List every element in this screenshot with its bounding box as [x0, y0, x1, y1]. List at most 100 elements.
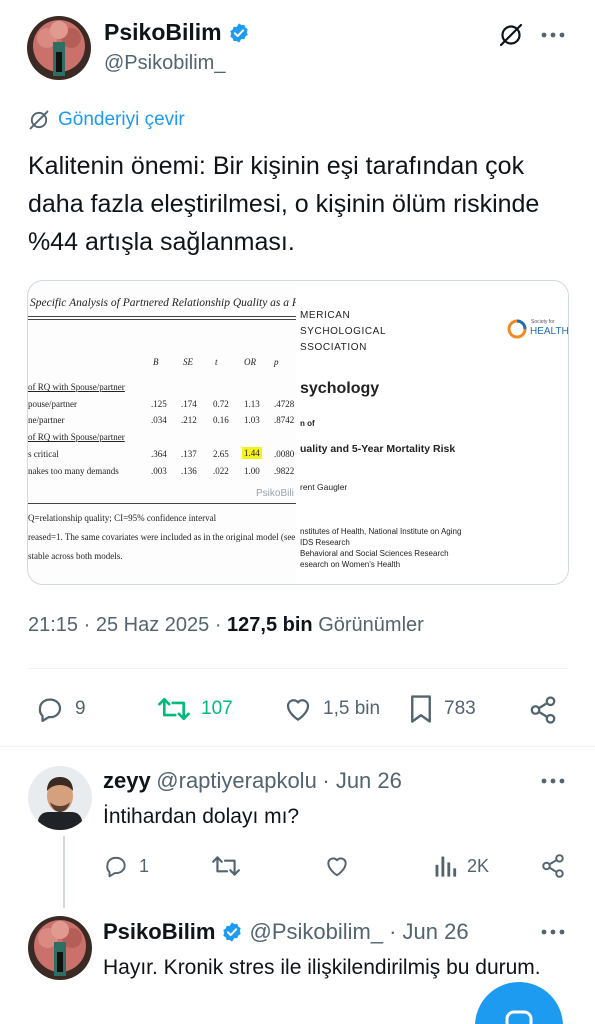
article-page: MERICAN SYCHOLOGICAL SSOCIATION Society …	[296, 281, 569, 584]
author-name[interactable]: PsikoBilim	[104, 19, 250, 46]
share-button[interactable]	[527, 694, 559, 726]
row-2-p: .8742	[274, 415, 295, 425]
share-icon	[530, 696, 556, 724]
thread-line	[63, 836, 65, 908]
tweet-bottom-divider	[0, 746, 595, 747]
row-3-p: .0080	[274, 449, 295, 459]
row-4-label: nakes too many demands	[28, 466, 119, 476]
media-table-title: Specific Analysis of Partnered Relations…	[30, 297, 336, 309]
funding-2: IDS Research	[300, 538, 350, 547]
footnote-1: Q=relationship quality; CI=95% confidenc…	[28, 513, 217, 523]
col-t: t	[215, 357, 218, 367]
funding-1: nstitutes of Health, National Institute …	[300, 527, 462, 536]
media-title-rule-2	[28, 319, 303, 320]
repost-icon	[212, 856, 240, 876]
verified-badge-icon	[229, 22, 248, 43]
views-count[interactable]: 127,5 bin	[227, 614, 313, 636]
society-small-text: Society for	[531, 319, 555, 325]
row-3-label: s critical	[28, 449, 59, 459]
reply1-reply-count: 1	[139, 855, 150, 876]
journal-name: sychology	[300, 380, 380, 397]
grok-icon[interactable]	[496, 20, 526, 50]
reply1-date[interactable]: · Jun 26	[322, 768, 402, 793]
row-2-label: ne/partner	[28, 415, 65, 425]
funding-4: esearch on Women's Health	[300, 560, 401, 569]
translate-icon	[29, 110, 49, 130]
row-4-t: .022	[213, 466, 229, 476]
meta-divider	[28, 668, 568, 669]
reply-icon	[106, 856, 126, 878]
bookmark-icon	[411, 695, 431, 723]
like-button[interactable]: 1,5 bin	[283, 694, 380, 724]
row-4-p: .9822	[274, 466, 295, 476]
apa-line-3: SSOCIATION	[300, 342, 367, 353]
tweet-date[interactable]: 25 Haz 2025	[96, 614, 209, 636]
apa-line-1: MERICAN	[300, 310, 351, 321]
reply2-date[interactable]: · Jun 26	[389, 919, 469, 945]
reply1-views-count: 2K	[467, 855, 490, 876]
apa-line-2: SYCHOLOGICAL	[300, 326, 387, 337]
reply1-name[interactable]: zeyy	[103, 768, 151, 793]
reply1-share-button[interactable]	[538, 853, 568, 879]
heart-icon	[286, 699, 310, 721]
author-avatar[interactable]	[27, 16, 91, 80]
tweet-text: Kalitenin önemi: Bir kişinin eşi tarafın…	[28, 152, 540, 256]
reply2-more-icon[interactable]	[538, 919, 568, 945]
reply2-handle[interactable]: @Psikobilim_	[249, 919, 383, 945]
article-author: rent Gaugler	[300, 482, 348, 492]
compose-reply-fab[interactable]	[475, 982, 563, 1024]
reply-icon	[38, 698, 62, 722]
row-1-se: .174	[181, 399, 197, 409]
heart-icon	[327, 857, 347, 877]
media-watermark: PsikoBili	[256, 488, 294, 499]
reply1-repost-button[interactable]	[210, 853, 242, 879]
col-b: B	[153, 357, 159, 367]
reply2-text: Hayır. Kronik stres ile ilişkilendirilmi…	[103, 956, 541, 979]
row-1-b: .125	[151, 399, 167, 409]
row-2-b: .034	[151, 415, 167, 425]
reply1-header: zeyy @raptiyerapkolu · Jun 26	[103, 768, 402, 794]
author-name-text: PsikoBilim	[104, 19, 222, 45]
reply2-header: PsikoBilim @Psikobilim_ · Jun 26	[103, 919, 469, 945]
reply2-name[interactable]: PsikoBilim	[103, 919, 215, 945]
reply1-handle[interactable]: @raptiyerapkolu	[156, 768, 317, 793]
share-icon	[542, 854, 564, 878]
tweet-meta: 21:15 · 25 Haz 2025 · 127,5 bin Görünüml…	[28, 614, 424, 637]
meta-separator-2: ·	[214, 614, 228, 636]
row-1-label: pouse/partner	[28, 399, 77, 409]
views-label: Görünümler	[318, 614, 424, 636]
reply1-text: İntihardan dolayı mı?	[103, 805, 300, 828]
reply1-like-button[interactable]	[322, 853, 352, 879]
row-3-se: .137	[181, 449, 197, 459]
reply1-views-button[interactable]: 2K	[433, 853, 489, 879]
section-1-label: of RQ with Spouse/partner	[28, 382, 125, 392]
repost-button[interactable]: 107	[157, 694, 233, 724]
bookmark-button[interactable]: 783	[408, 694, 476, 724]
repost-count: 107	[201, 698, 233, 719]
col-se: SE	[183, 357, 193, 367]
row-4-se: .136	[181, 466, 197, 476]
reply2-avatar[interactable]	[28, 916, 92, 980]
tweet-media-image[interactable]: Specific Analysis of Partnered Relations…	[27, 280, 569, 585]
footnote-2: reased=1. The same covariates were inclu…	[28, 532, 309, 542]
section-2-label: of RQ with Spouse/partner	[28, 432, 125, 442]
row-3-b: .364	[151, 449, 167, 459]
reply-button[interactable]: 9	[35, 694, 86, 724]
table-bottom-rule	[28, 503, 303, 504]
reply1-more-icon[interactable]	[538, 768, 568, 794]
tweet-time[interactable]: 21:15	[28, 614, 78, 636]
row-1-or: 1.13	[244, 399, 260, 409]
repost-icon	[158, 697, 190, 721]
row-4-b: .003	[151, 466, 167, 476]
translate-post-link[interactable]: Gönderiyi çevir	[28, 109, 185, 131]
footnote-3: stable across both models.	[28, 551, 123, 561]
reply1-reply-button[interactable]: 1	[103, 853, 149, 879]
media-title-rule	[28, 316, 303, 317]
compose-icon	[505, 1010, 533, 1024]
author-handle[interactable]: @Psikobilim_	[104, 52, 225, 75]
col-or: OR	[244, 357, 256, 367]
more-options-icon[interactable]	[538, 20, 568, 50]
reply1-avatar[interactable]	[28, 766, 92, 830]
col-p: p	[274, 357, 279, 367]
society-big-text: HEALTH	[530, 326, 569, 337]
